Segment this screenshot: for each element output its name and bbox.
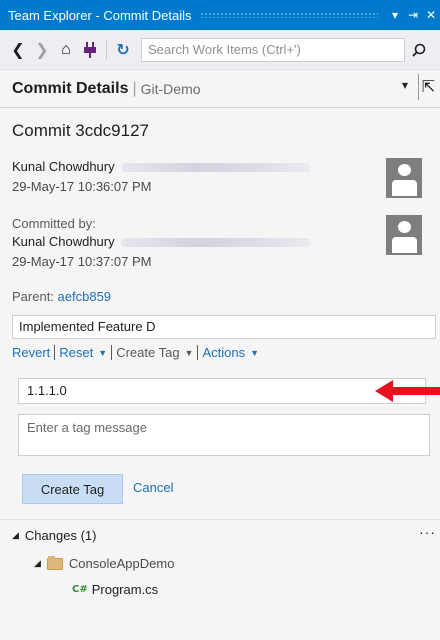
create-tag-link[interactable]: Create Tag [116,345,179,360]
close-icon[interactable]: ✕ [422,0,440,30]
committer-email-redacted [120,238,311,248]
commit-title: Commit 3cdc9127 [12,121,150,140]
create-tag-dropdown-icon[interactable]: ▼ [185,348,194,358]
tag-message-input[interactable]: Enter a tag message [18,414,430,456]
action-separator [197,345,199,360]
revert-link[interactable]: Revert [12,345,50,360]
more-options-icon[interactable]: ··· [419,524,436,540]
pin-icon[interactable]: ⇱ [418,74,438,100]
changes-header[interactable]: ◢ Changes (1) [12,528,96,543]
parent-line: Parent: aefcb859 [12,289,111,304]
header-dropdown-icon[interactable]: ▾ [402,78,408,92]
project-node[interactable]: ◢ ConsoleAppDemo [34,555,175,571]
page-title[interactable]: Commit Details [12,80,128,98]
actions-link[interactable]: Actions [202,345,245,360]
folder-icon [46,555,63,570]
toolbar: ❮ ❯ ⌂ ↻ Search Work Items (Ctrl+') [0,30,440,70]
author-line: Kunal Chowdhury [12,159,311,174]
author-name: Kunal Chowdhury [12,159,115,174]
forward-arrow-icon[interactable]: ❯ [30,36,54,64]
refresh-icon[interactable]: ↻ [111,36,135,64]
window-dropdown-icon[interactable]: ▾ [386,0,404,30]
actions-dropdown-icon[interactable]: ▼ [250,348,259,358]
repo-name[interactable]: Git-Demo [141,81,201,97]
committer-line: Kunal Chowdhury [12,234,311,249]
author-avatar [386,158,422,198]
window-title: Team Explorer - Commit Details [8,7,192,23]
commit-message: Implemented Feature D [12,315,436,339]
red-arrow-annotation [375,380,440,402]
file-node[interactable]: C# Program.cs [72,582,158,597]
auto-hide-pin-icon[interactable]: ⇥ [404,0,422,30]
parent-label: Parent: [12,289,54,304]
section-divider [0,519,440,520]
search-icon[interactable] [405,38,433,62]
title-grip[interactable] [199,12,378,18]
reset-dropdown-icon[interactable]: ▼ [98,348,107,358]
tag-name-input[interactable]: 1.1.1.0 [18,378,426,404]
create-tag-button[interactable]: Create Tag [22,474,123,504]
title-bar: Team Explorer - Commit Details ▾ ⇥ ✕ [0,0,440,30]
back-arrow-icon[interactable]: ❮ [6,36,30,64]
committed-by-label: Committed by: [12,216,96,231]
commit-date: 29-May-17 10:37:07 PM [12,254,152,269]
page-header: Commit Details | Git-Demo ▾ ⇱ [0,70,440,108]
parent-hash-link[interactable]: aefcb859 [58,289,112,304]
commit-actions: Revert Reset ▼ Create Tag ▼ Actions ▼ [12,345,259,360]
csharp-file-icon: C# [72,584,88,595]
committer-name: Kunal Chowdhury [12,234,115,249]
changes-label: Changes (1) [24,528,97,543]
search-input[interactable]: Search Work Items (Ctrl+') [141,37,405,62]
expand-triangle-icon[interactable]: ◢ [34,558,41,569]
header-divider: | [132,79,137,97]
cancel-link[interactable]: Cancel [133,480,173,495]
project-name: ConsoleAppDemo [68,556,175,571]
file-name: Program.cs [91,582,159,597]
author-email-redacted [120,163,311,173]
reset-link[interactable]: Reset [59,345,93,360]
author-date: 29-May-17 10:36:07 PM [12,179,152,194]
action-separator [111,345,113,360]
connect-plug-icon[interactable] [78,36,102,64]
expand-triangle-icon[interactable]: ◢ [12,530,19,541]
toolbar-separator [106,39,107,60]
action-separator [54,345,56,360]
committer-avatar [386,215,422,255]
home-icon[interactable]: ⌂ [54,36,78,64]
